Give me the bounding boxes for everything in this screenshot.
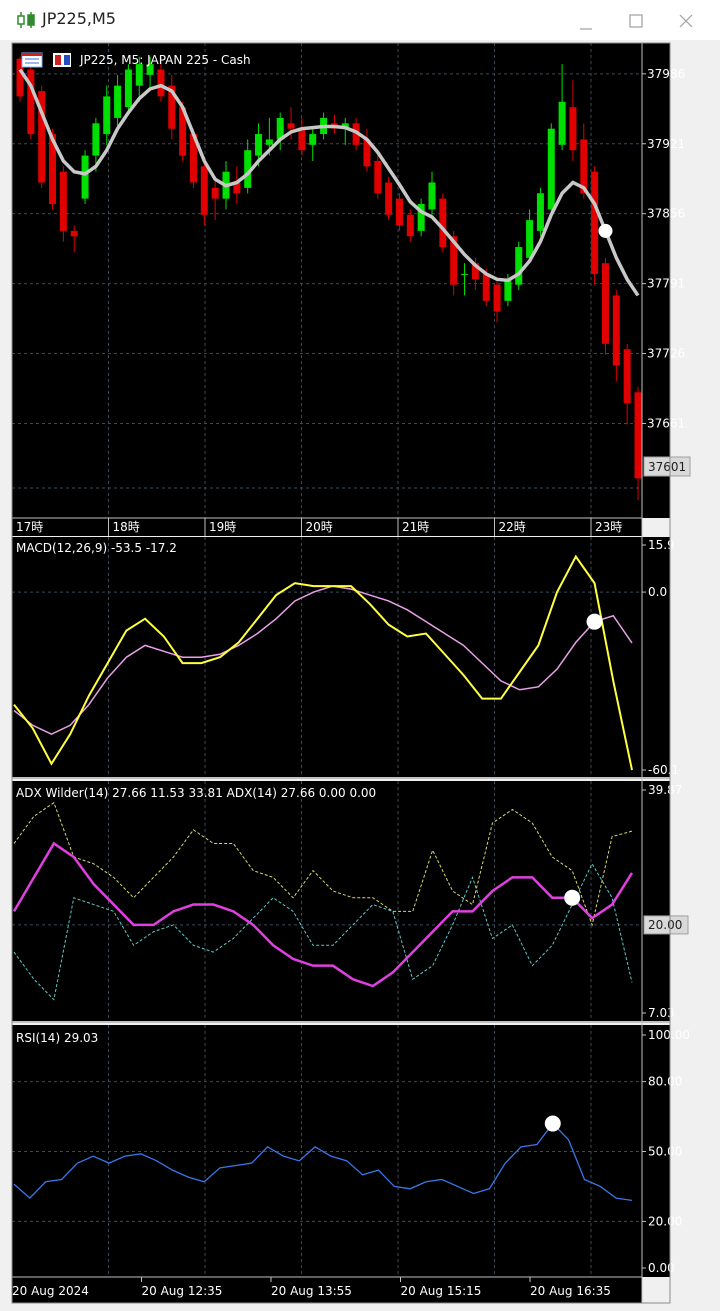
candle-body	[526, 220, 534, 258]
candle-body	[59, 171, 67, 231]
price-pane[interactable]: JP225, M5: JAPAN 225 - Cash 37986 37921 37…	[12, 43, 691, 518]
axis-tick-label: 37726	[647, 347, 685, 361]
axis-tick-label: 0.0	[648, 585, 667, 599]
candle-body	[114, 85, 122, 118]
candle-body	[309, 134, 317, 145]
candle-body	[70, 230, 78, 237]
candle-body	[493, 284, 501, 312]
maximize-icon[interactable]	[618, 8, 654, 34]
candle-body	[504, 279, 512, 301]
candle-body	[135, 64, 143, 86]
axis-tick-label: 37856	[647, 207, 685, 221]
candle-body	[395, 198, 403, 226]
date-label: 20 Aug 13:55	[271, 1284, 352, 1298]
time-label: 20時	[306, 520, 333, 534]
rsi-pane[interactable]: RSI(14) 29.03 100.00 80.00 50.00 20.00 0.00	[12, 1025, 690, 1277]
candle-body	[569, 107, 577, 151]
macd-pane[interactable]: MACD(12,26,9) -53.5 -17.2 15.9 0.0 -60.1	[12, 537, 679, 778]
axis-tick-label: 39.87	[648, 783, 682, 797]
time-axis: 17時 18時 19時 20時 21時 22時 23時	[11, 517, 642, 536]
rsi-label: RSI(14) 29.03	[16, 1031, 98, 1045]
current-price-label: 37601	[648, 460, 686, 474]
candle-body	[547, 128, 555, 210]
candle-body	[81, 155, 89, 199]
candle-body	[385, 182, 393, 215]
one-click-trading-icon[interactable]	[53, 53, 71, 67]
candle-body	[200, 166, 208, 215]
price-marker	[598, 223, 613, 238]
adx-pane[interactable]: ADX Wilder(14) 27.66 11.53 33.81 ADX(14)…	[12, 781, 689, 1021]
axis-tick-label: 37986	[647, 67, 685, 81]
candle-body	[591, 171, 599, 274]
candle-body	[612, 295, 620, 366]
candle-body	[92, 123, 100, 156]
chart-canvas[interactable]: JP225, M5: JAPAN 225 - Cash 37986 37921 37…	[0, 40, 720, 1311]
candle-body	[634, 392, 642, 479]
date-label: 20 Aug 15:15	[401, 1284, 482, 1298]
date-label: 20 Aug 16:35	[530, 1284, 611, 1298]
axis-tick-label: 7.03	[648, 1006, 675, 1020]
chart-window-icon[interactable]	[21, 52, 43, 68]
candle-body	[515, 247, 523, 285]
candle-body	[439, 198, 447, 248]
chart-window: JP225, M5: JAPAN 225 - Cash 37986 37921 37…	[0, 40, 720, 1311]
candle-body	[623, 349, 631, 404]
axis-tick-label: 0.00	[648, 1261, 675, 1275]
candle-body	[558, 101, 566, 145]
time-label: 19時	[209, 520, 236, 534]
candle-body	[461, 273, 469, 275]
candle-body	[265, 139, 273, 145]
rsi-marker	[544, 1115, 561, 1132]
candle-body	[536, 193, 544, 231]
candle-body	[298, 128, 306, 151]
axis-tick-label: 20.00	[648, 1214, 682, 1228]
candlestick-icon	[17, 12, 35, 28]
minimize-icon[interactable]	[568, 8, 604, 34]
candle-body	[601, 263, 609, 344]
axis-tick-label: 100.00	[648, 1028, 690, 1042]
candle-body	[255, 134, 263, 156]
date-label: 20 Aug 12:35	[142, 1284, 223, 1298]
chart-header: JP225, M5: JAPAN 225 - Cash	[21, 52, 251, 68]
axis-tick-label: 37791	[647, 277, 685, 291]
macd-marker	[586, 613, 603, 630]
candle-body	[157, 69, 165, 97]
date-label: 20 Aug 2024	[12, 1284, 89, 1298]
adx-marker	[564, 889, 581, 906]
candle-body	[428, 182, 436, 210]
candle-body	[374, 160, 382, 194]
window-title: JP225,M5	[42, 9, 116, 28]
axis-tick-label: -60.1	[648, 763, 679, 777]
candle-body	[482, 273, 490, 301]
date-axis: 20 Aug 2024 20 Aug 12:35 20 Aug 13:55 20 Au…	[11, 1276, 642, 1303]
window-title-bar: JP225,M5	[0, 0, 720, 40]
candle-body	[406, 214, 414, 237]
axis-tick-label: 37921	[647, 137, 685, 151]
time-label: 23時	[595, 520, 622, 534]
adx-label: ADX Wilder(14) 27.66 11.53 33.81 ADX(14)…	[16, 786, 376, 800]
time-label: 18時	[113, 520, 140, 534]
macd-label: MACD(12,26,9) -53.5 -17.2	[16, 541, 177, 555]
axis-tick-label: 80.00	[648, 1075, 682, 1089]
candle-body	[287, 123, 295, 129]
time-label: 21時	[402, 520, 429, 534]
chart-header-text: JP225, M5: JAPAN 225 - Cash	[79, 53, 251, 67]
time-label: 22時	[499, 520, 526, 534]
axis-tick-label: 15.9	[648, 538, 675, 552]
candle-body	[211, 187, 219, 199]
axis-tick-label: 37661	[647, 416, 685, 430]
close-icon[interactable]	[668, 8, 704, 34]
axis-tick-label: 50.00	[648, 1145, 682, 1159]
candle-body	[124, 69, 132, 108]
time-label: 17時	[16, 520, 43, 534]
candle-body	[103, 96, 111, 135]
level-label: 20.00	[648, 918, 682, 932]
